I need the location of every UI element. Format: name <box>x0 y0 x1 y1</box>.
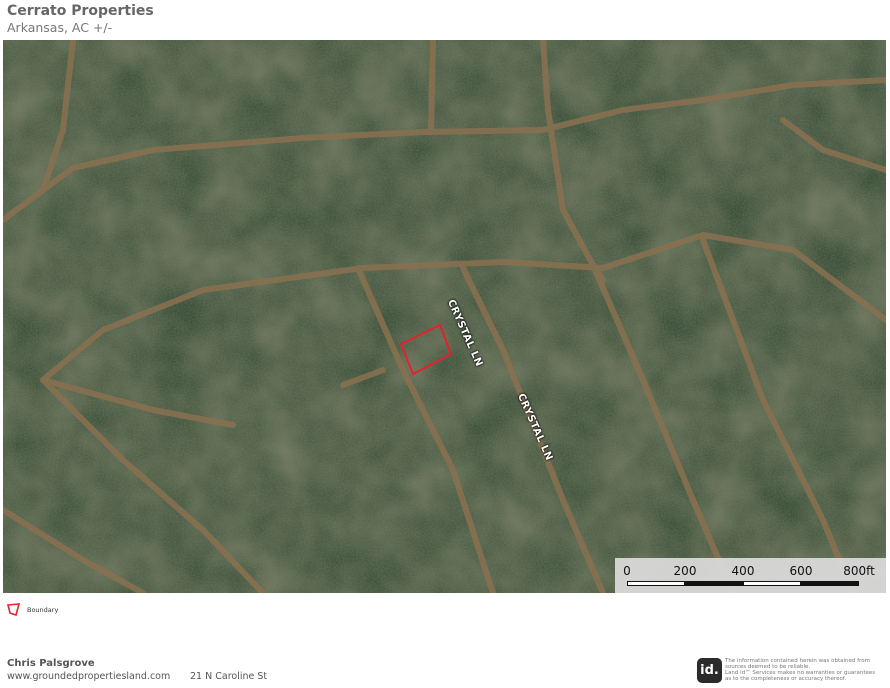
land-id-logo: id. <box>697 658 722 683</box>
scale-segment <box>743 581 801 586</box>
map-legend: Boundary <box>7 603 58 616</box>
map-imagery <box>3 40 886 593</box>
scale-tick-800ft: 800ft <box>843 564 875 578</box>
office-address: 21 N Caroline St <box>190 671 268 682</box>
scale-tick-0: 0 <box>623 564 631 578</box>
map-subtitle: Arkansas, AC +/- <box>7 20 113 35</box>
scale-segment <box>627 581 685 586</box>
map-title: Cerrato Properties <box>7 3 154 19</box>
scale-tick-200: 200 <box>673 564 697 578</box>
disclaimer-line: as to the completeness or accuracy there… <box>725 676 847 682</box>
disclaimer: The information contained herein was obt… <box>725 658 885 682</box>
logo-text: id. <box>700 663 719 678</box>
scale-segment <box>685 581 743 586</box>
agent-website[interactable]: www.groundedpropertiesland.com <box>7 671 170 682</box>
scale-bar: 0 200 400 600 800ft <box>615 558 886 593</box>
boundary-icon <box>7 603 21 616</box>
scale-tick-600: 600 <box>789 564 813 578</box>
scale-segment <box>801 581 859 586</box>
satellite-map[interactable]: CRYSTAL LN CRYSTAL LN 0 200 400 600 800f… <box>3 40 886 593</box>
legend-boundary-label: Boundary <box>27 605 59 614</box>
scale-tick-400: 400 <box>731 564 755 578</box>
agent-name: Chris Palsgrove <box>7 658 95 669</box>
